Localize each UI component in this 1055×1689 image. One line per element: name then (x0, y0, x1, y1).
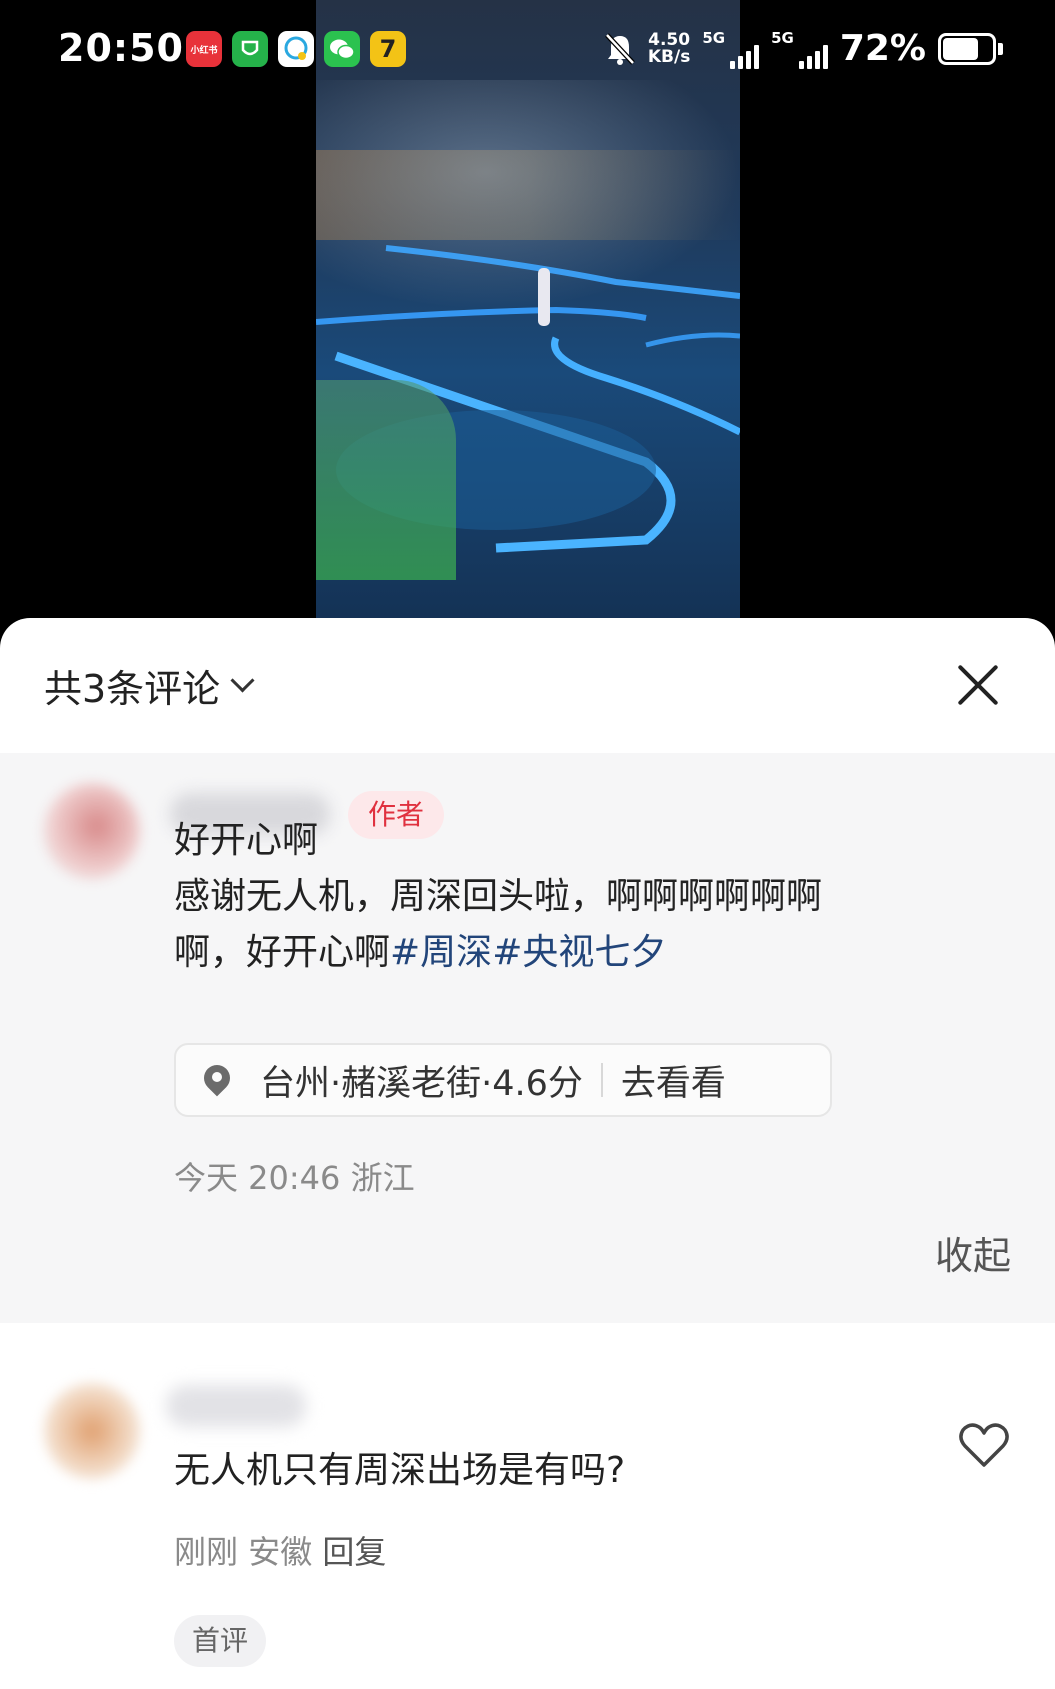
heart-icon[interactable] (957, 1421, 1011, 1469)
comments-sheet: 共3条评论 作者 好开心啊 感谢无人机，周深回头啦，啊啊啊啊啊啊 啊，好开心啊#… (0, 618, 1055, 1689)
comment-title: 好开心啊 (174, 820, 319, 861)
wechat-icon (324, 31, 360, 67)
location-go-see[interactable]: 去看看 (621, 1055, 726, 1106)
reply-time: 刚刚 (174, 1533, 239, 1571)
comment-count-title: 共3条评论 (44, 667, 221, 711)
comment-body-line1: 感谢无人机，周深回头啦，啊啊啊啊啊啊 (174, 876, 823, 917)
first-comment-badge: 首评 (174, 1615, 267, 1667)
sim2-label: 5G (771, 28, 794, 47)
video-reeds (316, 380, 456, 580)
network-speed: 4.50 KB/s (647, 29, 691, 67)
comment-body-line2: 啊，好开心啊#周深#央视七夕 (174, 925, 666, 981)
reply-comment-meta: 刚刚 安徽 回复 (174, 1527, 386, 1573)
close-icon[interactable] (957, 664, 999, 706)
video-performer (538, 268, 550, 326)
notification-app-icons: 小红书 7 (186, 31, 406, 67)
author-badge: 作者 (348, 791, 445, 839)
battery-icon (938, 32, 996, 65)
author-comment: 作者 好开心啊 感谢无人机，周深回头啦，啊啊啊啊啊啊 啊，好开心啊#周深#央视七… (0, 753, 1055, 1323)
xiaohongshu-icon-label: 小红书 (190, 45, 218, 56)
seven-app-icon-label: 7 (379, 35, 397, 63)
comments-header: 共3条评论 (0, 618, 1055, 753)
collapse-button[interactable]: 收起 (935, 1225, 1011, 1280)
hashtag-cctv-qixi[interactable]: #央视七夕 (492, 932, 666, 973)
comment-count-dropdown[interactable]: 共3条评论 (44, 658, 255, 713)
seven-app-icon: 7 (370, 31, 406, 67)
reply-comment: 无人机只有周深出场是有吗? 刚刚 安徽 回复 首评 (0, 1323, 1055, 1689)
hashtag-zhoushen[interactable]: #周深 (390, 932, 492, 973)
comment-body-line2-text: 啊，好开心啊 (174, 932, 391, 973)
location-chip[interactable]: 台州·赭溪老街·4.6分 去看看 (174, 1043, 832, 1117)
avatar[interactable] (44, 783, 140, 879)
network-speed-value: 4.50 (648, 29, 691, 50)
location-place: 台州·赭溪老街·4.6分 (260, 1063, 583, 1104)
reply-region: 安徽 (248, 1533, 313, 1571)
network-speed-unit: KB/s (647, 46, 691, 67)
sim1-signal: 5G (702, 28, 760, 69)
status-bar: 20:50 小红书 7 4.50 KB/s 5G 5G 72% (0, 0, 1055, 100)
reply-comment-text: 无人机只有周深出场是有吗? (174, 1450, 626, 1491)
sim1-label: 5G (702, 28, 726, 47)
mute-bell-icon (605, 32, 635, 65)
comment-meta: 今天 20:46 浙江 (174, 1159, 415, 1197)
status-time: 20:50 (58, 26, 184, 70)
location-pin-icon (202, 1065, 232, 1095)
chat-bubble-app-icon (278, 31, 314, 67)
reply-button[interactable]: 回复 (322, 1533, 386, 1571)
shield-app-icon (232, 31, 268, 67)
battery-cap (998, 42, 1003, 55)
location-divider (600, 1063, 603, 1097)
chevron-down-icon (230, 668, 255, 693)
status-indicators: 4.50 KB/s 5G 5G 72% (604, 28, 1003, 69)
avatar[interactable] (44, 1383, 140, 1479)
xiaohongshu-icon: 小红书 (186, 31, 222, 67)
sim2-signal: 5G (771, 29, 828, 69)
battery-percent: 72% (839, 28, 926, 69)
username-blurred[interactable] (166, 1385, 306, 1427)
